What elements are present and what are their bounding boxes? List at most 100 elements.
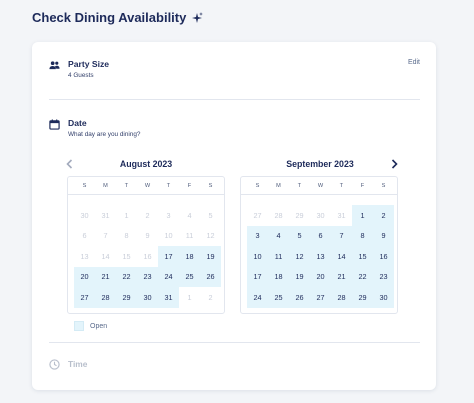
weekday-header: S M T W T F S: [247, 183, 394, 189]
calendar-day-unavailable: 13: [80, 251, 89, 261]
calendar-day-unavailable: 30: [316, 210, 325, 220]
calendar-day-open[interactable]: 19: [200, 246, 221, 267]
calendar-day-open[interactable]: 26: [289, 287, 310, 308]
calendar-day-unavailable: 29: [295, 210, 304, 220]
calendar-day-open[interactable]: 23: [137, 266, 158, 287]
calendar-day-open[interactable]: 18: [268, 266, 289, 287]
calendar-day-open[interactable]: 20: [74, 266, 95, 287]
calendar-day-open[interactable]: 24: [158, 266, 179, 287]
calendar-week: 24 25 26 27 28 29 30: [247, 287, 394, 308]
availability-legend: Open: [74, 321, 107, 331]
clock-icon: [49, 359, 60, 370]
divider: [49, 99, 420, 100]
calendar-day-unavailable: 31: [337, 210, 346, 220]
calendar-day-unavailable: 8: [124, 231, 129, 241]
edit-party-size-link[interactable]: Edit: [408, 59, 420, 66]
calendar-day-open[interactable]: 29: [116, 287, 137, 308]
calendar-day-open[interactable]: 24: [247, 287, 268, 308]
weekday-label: T: [166, 183, 171, 189]
calendar-day-open[interactable]: 26: [200, 266, 221, 287]
divider: [68, 194, 224, 195]
weekday-label: M: [276, 183, 281, 189]
calendar-day-open[interactable]: 15: [352, 246, 373, 267]
calendar-day-open[interactable]: 30: [373, 287, 394, 308]
calendar-day-open[interactable]: 13: [310, 246, 331, 267]
calendar-day-open[interactable]: 5: [289, 225, 310, 246]
calendar-week: 3456789: [247, 225, 394, 246]
divider: [49, 342, 420, 343]
chevron-right-icon[interactable]: [389, 158, 399, 170]
weekday-label: T: [297, 183, 302, 189]
calendar-day-open[interactable]: 27: [74, 287, 95, 308]
calendar-week: 30 31 1 2 3 4 5: [74, 205, 221, 226]
calendar-week: 27 28 29 30 31 1 2: [74, 287, 221, 308]
calendar-day-open[interactable]: 7: [331, 225, 352, 246]
calendar-day-open[interactable]: 27: [310, 287, 331, 308]
day-grid: 30 31 1 2 3 4 5 6 7 8 9 10 11 12 13 14 15 16 17 18 19 20 21 22 2…: [74, 205, 221, 308]
calendar-day-open[interactable]: 12: [289, 246, 310, 267]
calendar-day-open[interactable]: 18: [179, 246, 200, 267]
calendar-day-open[interactable]: 20: [310, 266, 331, 287]
calendar-day-unavailable: 15: [122, 251, 131, 261]
calendar-day-unavailable: 4: [187, 210, 192, 220]
time-section: Time: [49, 358, 87, 370]
calendar-day-unavailable: 5: [208, 210, 213, 220]
calendar-day-open[interactable]: 22: [116, 266, 137, 287]
calendar-week: 27 28 29 30 31 1 2: [247, 205, 394, 226]
calendar-day-open[interactable]: 6: [310, 225, 331, 246]
sparkle-icon: [192, 11, 204, 23]
weekday-label: S: [208, 183, 213, 189]
calendar-day-open[interactable]: 17: [158, 246, 179, 267]
weekday-header: S M T W T F S: [74, 183, 221, 189]
calendar-day-unavailable: 1: [124, 210, 129, 220]
calendar-day-unavailable: 11: [185, 231, 194, 241]
calendar-day-open[interactable]: 30: [137, 287, 158, 308]
time-title: Time: [68, 359, 88, 369]
calendar-day-open[interactable]: 19: [289, 266, 310, 287]
calendar-day-unavailable: 2: [208, 292, 213, 302]
calendar-day-open[interactable]: 1: [352, 205, 373, 226]
calendar-day-open[interactable]: 22: [352, 266, 373, 287]
date-section: Date What day are you dining?: [49, 118, 140, 138]
calendar-day-open[interactable]: 28: [331, 287, 352, 308]
weekday-label: S: [381, 183, 386, 189]
calendar-day-unavailable: 3: [166, 210, 171, 220]
calendar-day-open[interactable]: 21: [95, 266, 116, 287]
divider: [241, 194, 397, 195]
calendar-day-unavailable: 28: [274, 210, 283, 220]
month-title-august: August 2023: [119, 159, 173, 169]
calendar-day-open[interactable]: 10: [247, 246, 268, 267]
calendar-day-open[interactable]: 31: [158, 287, 179, 308]
calendar-day-unavailable: 9: [145, 231, 150, 241]
weekday-label: S: [255, 183, 260, 189]
calendar-week: 6 7 8 9 10 11 12: [74, 226, 221, 247]
calendar-day-open[interactable]: 17: [247, 266, 268, 287]
calendar-day-open[interactable]: 4: [268, 225, 289, 246]
page-header: Check Dining Availability: [32, 10, 204, 25]
weekday-label: M: [103, 183, 108, 189]
calendar-day-open[interactable]: 11: [268, 246, 289, 267]
calendar-day-open[interactable]: 23: [373, 266, 394, 287]
legend-open-label: Open: [90, 322, 108, 330]
calendar-day-unavailable: 1: [187, 292, 192, 302]
calendar-day-open[interactable]: 16: [373, 246, 394, 267]
calendar-day-unavailable: 12: [206, 231, 215, 241]
calendar-day-open[interactable]: 21: [331, 266, 352, 287]
calendar-day-open[interactable]: 29: [352, 287, 373, 308]
calendar-day-open[interactable]: 3: [247, 225, 268, 246]
calendar-day-open[interactable]: 8: [352, 225, 373, 246]
calendar-day-open[interactable]: 9: [373, 225, 394, 246]
month-title-september: September 2023: [286, 159, 354, 169]
calendar-week: 13 14 15 16 17 18 19: [74, 246, 221, 267]
calendar-august: S M T W T F S 30 31 1 2 3 4 5 6 7 8 9 10 11 12 13 14 15 1…: [67, 176, 225, 314]
weekday-label: T: [124, 183, 129, 189]
calendar-day-open[interactable]: 2: [373, 205, 394, 226]
calendar-day-unavailable: 6: [82, 231, 87, 241]
calendar-day-open[interactable]: 25: [179, 266, 200, 287]
calendar-day-open[interactable]: 14: [331, 246, 352, 267]
date-title: Date: [68, 118, 87, 128]
weekday-label: F: [187, 183, 192, 189]
chevron-left-icon[interactable]: [64, 158, 74, 170]
calendar-day-open[interactable]: 25: [268, 287, 289, 308]
calendar-day-open[interactable]: 28: [95, 287, 116, 308]
